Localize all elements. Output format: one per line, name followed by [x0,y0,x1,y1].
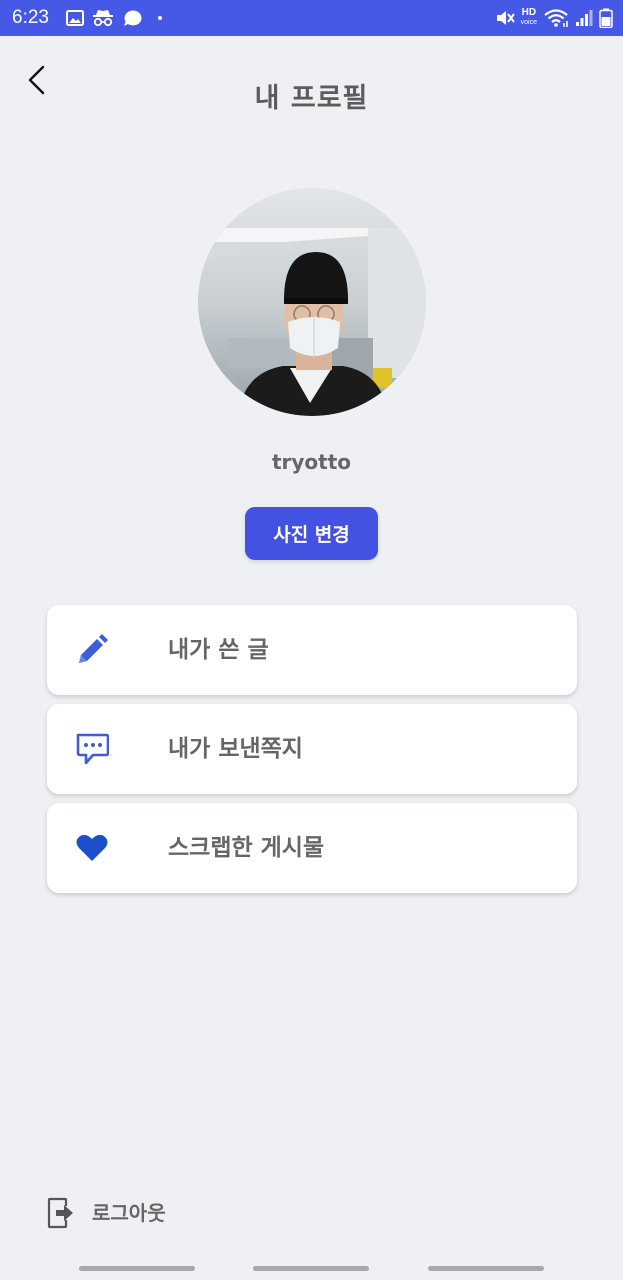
menu-item-label: 내가 쓴 글 [168,637,269,663]
mute-icon [496,11,515,25]
logout-label: 로그아웃 [92,1201,166,1225]
menu-item-sent-messages[interactable]: 내가 보낸쪽지 [47,704,577,794]
pencil-icon [79,634,108,663]
chat-bubble-icon [124,10,142,26]
navigation-bar [0,1256,623,1280]
battery-icon [599,8,613,28]
status-time: 6:23 [12,7,49,28]
signal-icon [576,10,593,26]
heart-icon [76,834,108,861]
gallery-icon [66,10,84,26]
username: tryotto [271,450,352,474]
status-bar: 6:23 HD voice [0,0,623,36]
page-title: 내 프로필 [254,83,369,114]
nav-pill-recent[interactable] [79,1266,195,1271]
menu-item-label: 내가 보낸쪽지 [168,736,303,762]
menu-item-label: 스크랩한 게시물 [168,835,325,861]
hd-label: HD [521,7,537,18]
wifi-icon [544,9,568,27]
logout-icon [47,1197,73,1229]
voice-label: voice [520,19,537,26]
profile-photo [198,188,426,416]
incognito-icon [93,10,113,27]
message-icon [76,733,109,765]
status-left-icons [66,8,164,28]
hd-voice-icon: HD voice [521,8,537,28]
status-right-icons: HD voice [495,6,613,30]
avatar [198,188,426,416]
menu-item-scrapped-posts[interactable]: 스크랩한 게시물 [47,803,577,893]
nav-pill-home[interactable] [253,1266,369,1271]
dot-icon [158,16,162,20]
nav-pill-back[interactable] [428,1266,544,1271]
change-photo-button[interactable]: 사진 변경 [245,507,378,560]
menu-item-my-posts[interactable]: 내가 쓴 글 [47,605,577,695]
